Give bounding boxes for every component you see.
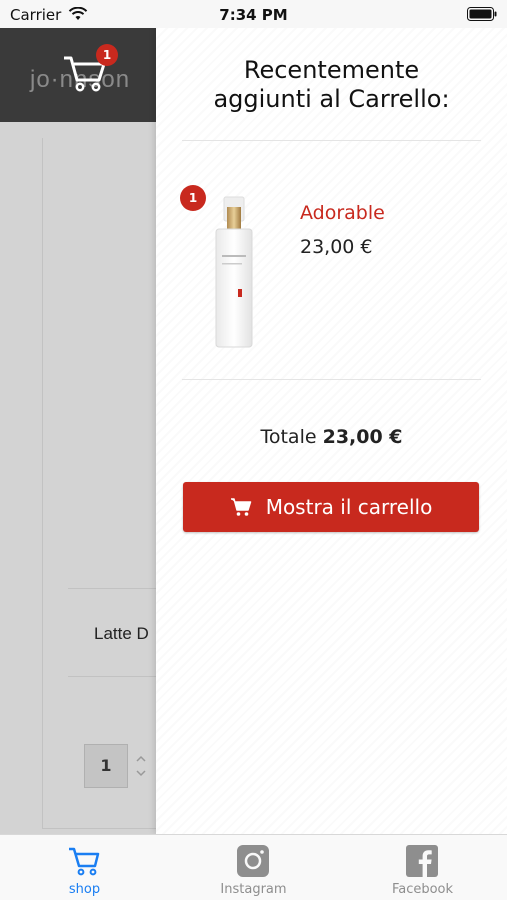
divider — [182, 379, 481, 380]
battery-icon — [467, 7, 497, 21]
total-value: 23,00 € — [322, 426, 403, 448]
tab-shop-label: shop — [68, 882, 101, 897]
cart-count-badge: 1 — [96, 44, 118, 66]
cart-icon — [230, 498, 251, 516]
cart-total: Totale 23,00 € — [156, 426, 507, 448]
tab-bar: shop Instagram Facebook — [0, 834, 507, 900]
product-image[interactable] — [184, 193, 284, 353]
tab-instagram[interactable]: Instagram — [169, 835, 338, 901]
show-cart-label: Mostra il carrello — [265, 495, 433, 519]
status-bar: Carrier 7:34 PM — [0, 0, 507, 28]
mini-cart-drawer: Recentemente aggiunti al Carrello: 1 Ado… — [156, 28, 507, 834]
divider — [68, 676, 168, 677]
drawer-title: Recentemente aggiunti al Carrello: — [213, 56, 450, 113]
item-name-link[interactable]: Adorable — [300, 202, 385, 224]
facebook-icon — [406, 845, 438, 877]
quantity-input[interactable]: 1 — [84, 744, 128, 788]
instagram-icon — [237, 845, 269, 877]
cart-icon — [69, 847, 100, 876]
tab-facebook[interactable]: Facebook — [338, 835, 507, 901]
show-cart-button[interactable]: Mostra il carrello — [183, 482, 479, 532]
tab-instagram-label: Instagram — [220, 882, 287, 897]
divider — [68, 588, 168, 589]
item-price: 23,00 € — [300, 236, 373, 258]
product-label: Latte D — [94, 624, 149, 643]
quantity-stepper-icon[interactable] — [134, 752, 148, 780]
item-quantity-badge: 1 — [180, 185, 206, 211]
divider — [182, 140, 481, 141]
tab-shop[interactable]: shop — [0, 835, 169, 901]
clock: 7:34 PM — [219, 6, 288, 24]
total-label: Totale — [260, 426, 317, 448]
tab-facebook-label: Facebook — [391, 882, 454, 897]
